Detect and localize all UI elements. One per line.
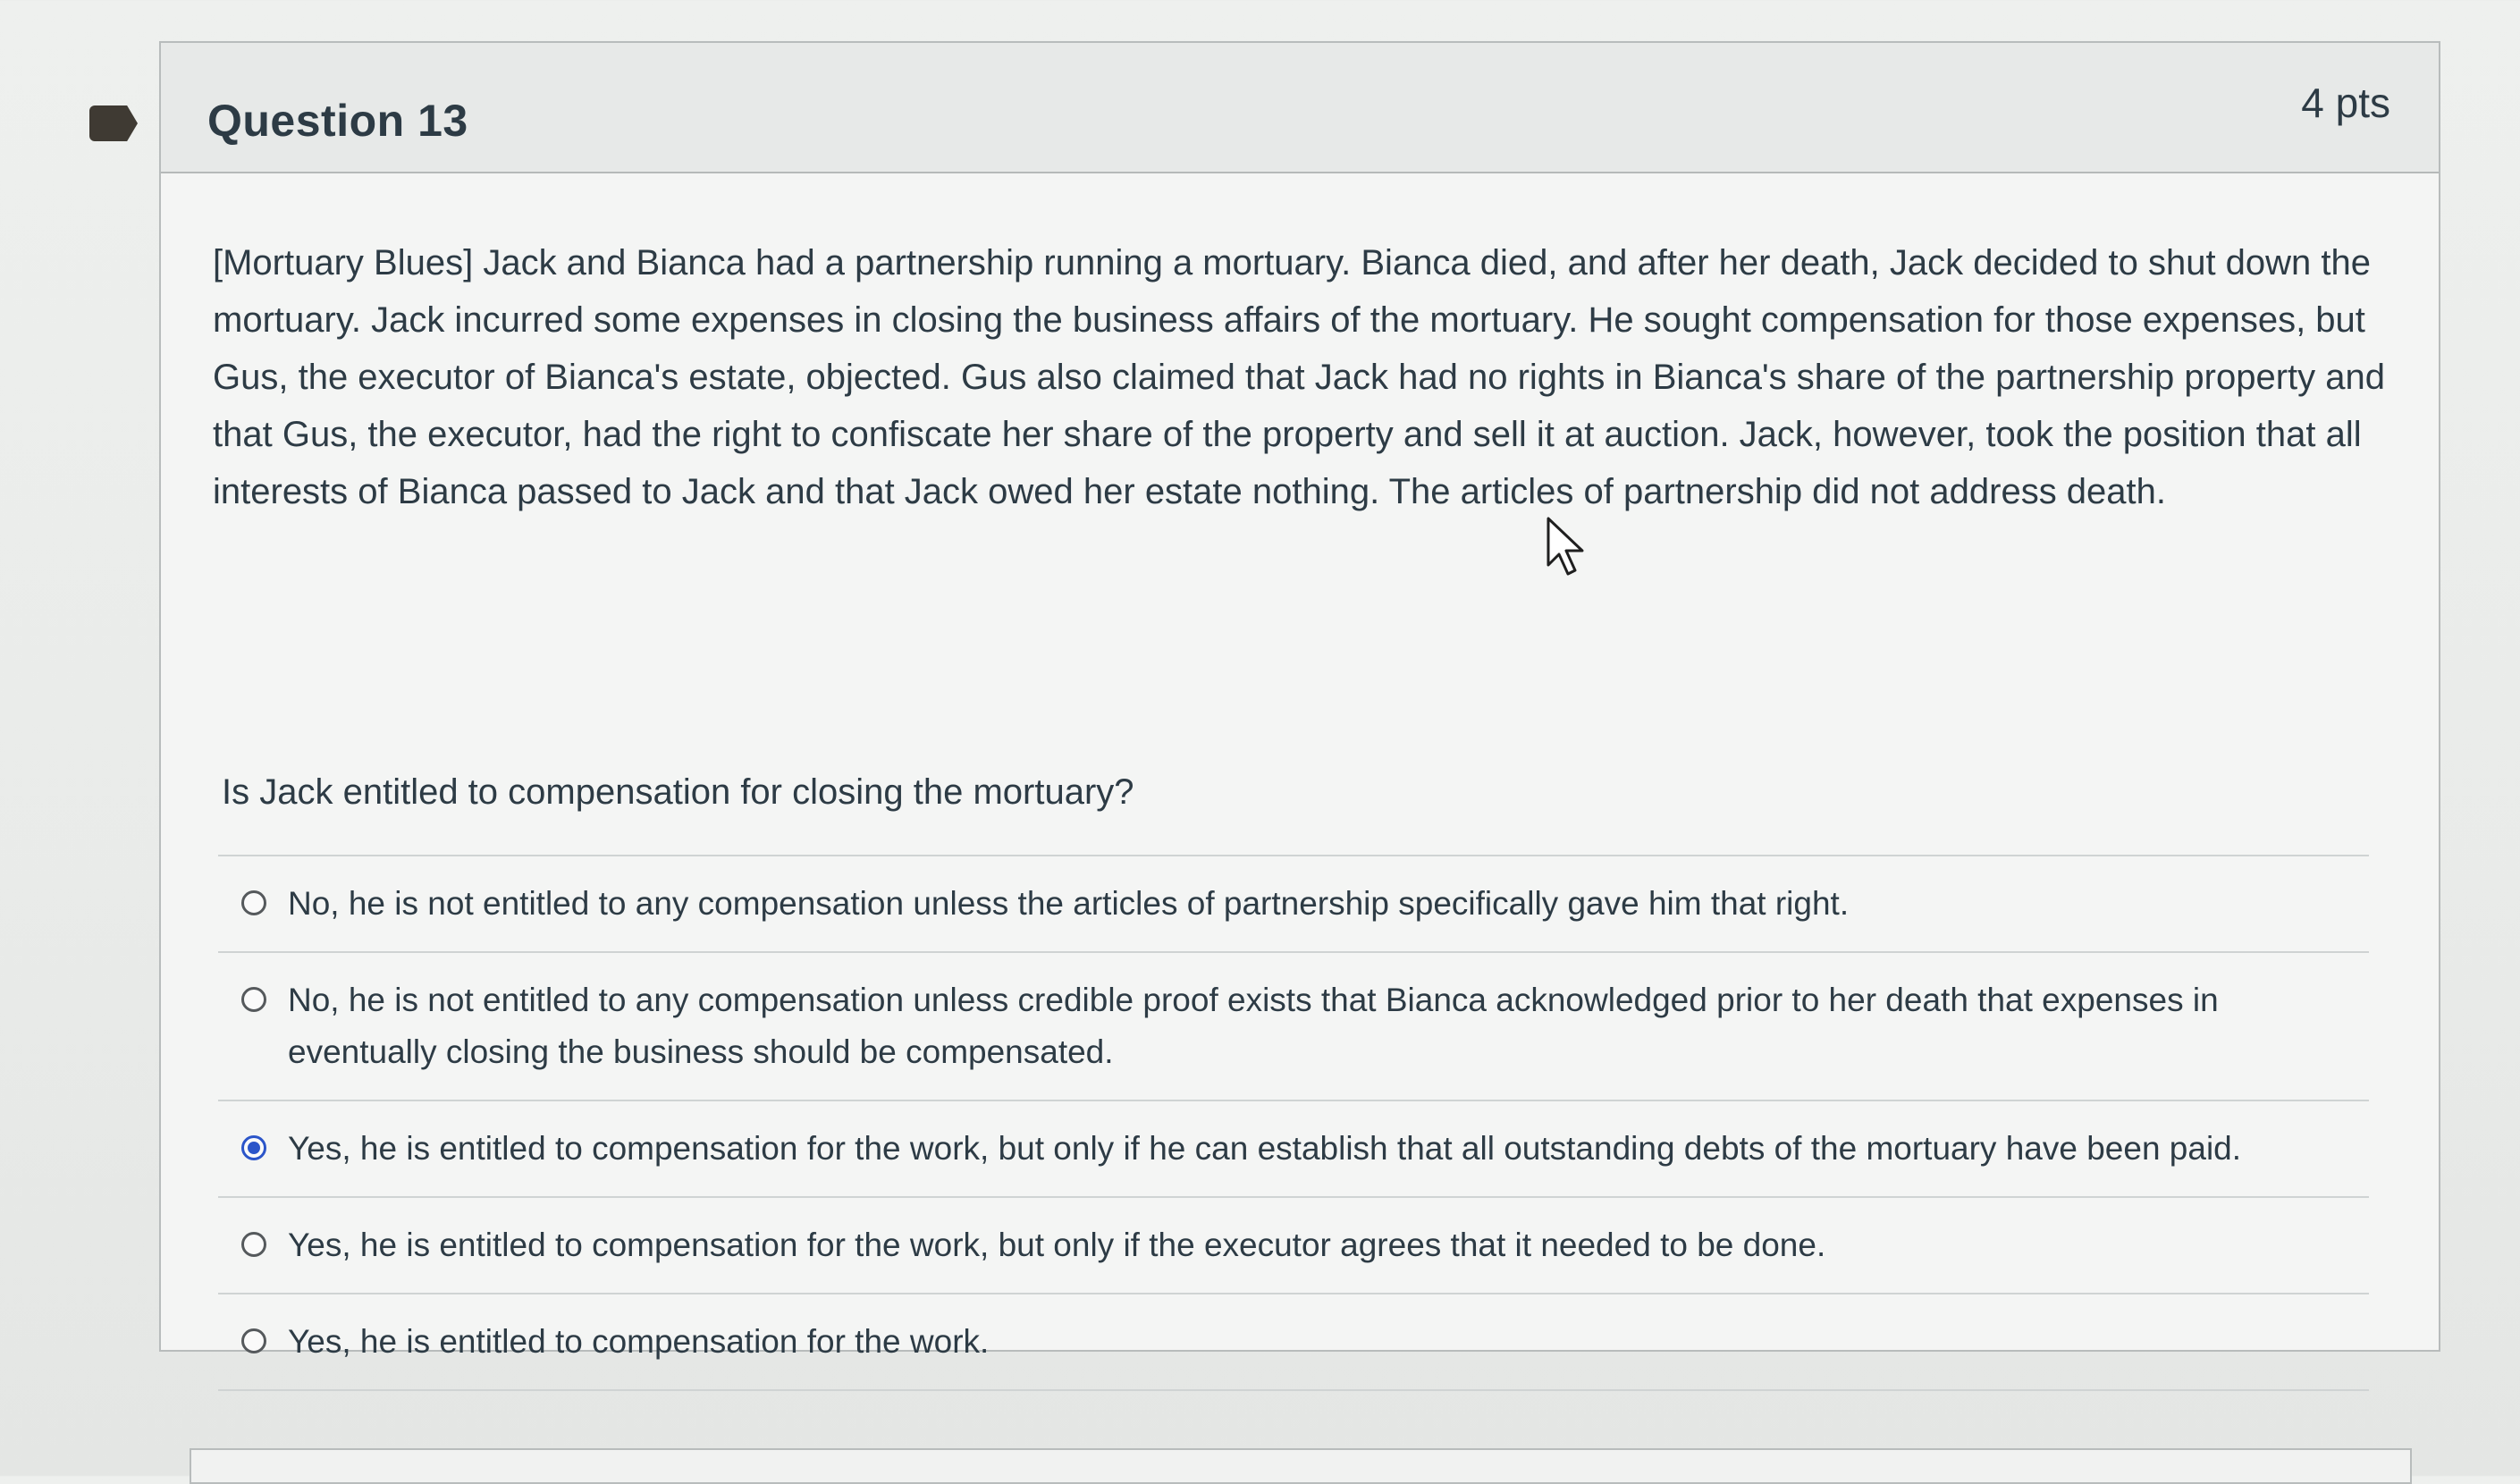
- answer-option-3[interactable]: Yes, he is entitled to compensation for …: [218, 1101, 2369, 1198]
- answer-option-2[interactable]: No, he is not entitled to any compensati…: [218, 953, 2369, 1101]
- question-title: Question 13: [207, 96, 468, 146]
- question-body: [Mortuary Blues] Jack and Bianca had a p…: [213, 234, 2385, 520]
- radio-button[interactable]: [241, 987, 266, 1012]
- answer-label: Yes, he is entitled to compensation for …: [288, 1323, 990, 1360]
- question-header: Question 13 4 pts: [161, 43, 2439, 173]
- radio-button[interactable]: [241, 1328, 266, 1353]
- answer-label: Yes, he is entitled to compensation for …: [288, 1227, 1826, 1263]
- question-card: Question 13 4 pts [Mortuary Blues] Jack …: [159, 41, 2440, 1391]
- radio-button-selected[interactable]: [241, 1135, 266, 1160]
- question-prompt: Is Jack entitled to compensation for clo…: [222, 772, 1134, 812]
- answer-label: Yes, he is entitled to compensation for …: [288, 1130, 2242, 1167]
- answer-option-1[interactable]: No, he is not entitled to any compensati…: [218, 856, 2369, 953]
- answer-list: No, he is not entitled to any compensati…: [218, 855, 2369, 1391]
- next-question-card: [190, 1448, 2412, 1484]
- question-text: [Mortuary Blues] Jack and Bianca had a p…: [213, 243, 2385, 511]
- radio-button[interactable]: [241, 1232, 266, 1257]
- flag-question-icon[interactable]: [89, 105, 138, 141]
- answer-option-5[interactable]: Yes, he is entitled to compensation for …: [218, 1294, 2369, 1391]
- answer-option-4[interactable]: Yes, he is entitled to compensation for …: [218, 1198, 2369, 1294]
- radio-button[interactable]: [241, 890, 266, 915]
- mouse-pointer-icon: [1547, 517, 1584, 576]
- answer-label: No, he is not entitled to any compensati…: [288, 885, 1850, 922]
- answer-label: No, he is not entitled to any compensati…: [288, 982, 2219, 1070]
- question-points: 4 pts: [2301, 80, 2390, 126]
